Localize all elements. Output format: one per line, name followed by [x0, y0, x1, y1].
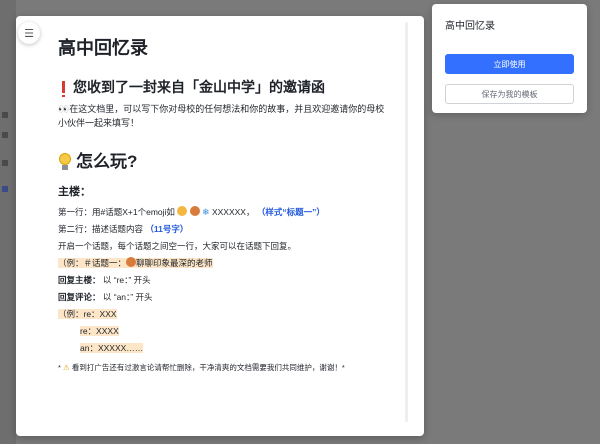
template-name: 高中回忆录 [445, 21, 495, 32]
light-bulb-icon [58, 153, 72, 171]
example-reply-1: （例：re：XXX [58, 309, 117, 319]
howto-heading: 怎么玩? [58, 150, 388, 174]
reply-main-rule: 回复主楼： 以 “re：” 开头 [58, 275, 151, 285]
document-title: 高中回忆录 [58, 38, 148, 58]
document-content: 高中回忆录 您收到了一封来自「金山中学」的邀请函 👀在这文档里，可以写下你对母校… [58, 36, 388, 375]
warning-icon: ⚠ [63, 363, 70, 372]
example-reply-2: re：XXXX [80, 326, 119, 336]
use-now-button[interactable]: 立即使用 [445, 54, 574, 74]
example-topic: （例：＃话题一： 聊聊印象最深的老师 [58, 255, 388, 272]
main-floor-heading: 主楼： [58, 186, 91, 198]
background-mark [2, 186, 8, 192]
rule-line-2: 第二行：描述话题内容 （11号字） [58, 224, 189, 234]
list-icon: ☰ [24, 27, 34, 40]
background-mark [2, 132, 8, 138]
background-mark [2, 112, 8, 118]
leaf-emoji-icon [126, 257, 137, 267]
invite-paragraph: 👀在这文档里，可以写下你对母校的任何想法和你的故事，并且欢迎邀请你的母校小伙伴一… [58, 104, 385, 128]
example-highlight: （例：＃话题一： 聊聊印象最深的老师 [58, 257, 213, 268]
exclamation-icon [62, 81, 65, 97]
example-reply-3: an：XXXXX…… [80, 343, 144, 353]
howto-heading-text: 怎么玩? [76, 152, 138, 171]
template-side-panel: 高中回忆录 立即使用 保存为我的模板 [432, 4, 587, 113]
eyes-icon: 👀 [58, 104, 70, 114]
rule-line-3: 开启一个话题，每个话题之间空一行，大家可以在话题下回复。 [58, 241, 297, 251]
invite-heading-text: 您收到了一封来自「金山中学」的邀请函 [73, 79, 325, 95]
rule-line-1: 第一行：用#话题X+1个emoji如 ❄ XXXXXX， （样式“标题一”） [58, 206, 325, 217]
reply-comment-rule: 回复评论： 以 “an：” 开头 [58, 292, 153, 302]
background-mark [2, 160, 8, 166]
invite-heading: 您收到了一封来自「金山中学」的邀请函 [58, 78, 388, 97]
footer-note: * ⚠ 看到打广告还有过激言论请帮忙删除，干净清爽的文档需要我们共同维护，谢谢！… [58, 363, 345, 372]
template-preview-card: ☰ 高中回忆录 您收到了一封来自「金山中学」的邀请函 👀在这文档里，可以写下你对… [16, 16, 424, 436]
table-of-contents-button[interactable]: ☰ [18, 22, 40, 44]
background-sidebar [0, 0, 16, 444]
save-as-template-button[interactable]: 保存为我的模板 [445, 84, 574, 104]
smiley-emoji-icon [177, 206, 188, 216]
preview-scrollbar[interactable] [405, 22, 408, 422]
snowflake-emoji-icon: ❄ [202, 207, 210, 217]
leaf-emoji-icon [189, 206, 200, 216]
